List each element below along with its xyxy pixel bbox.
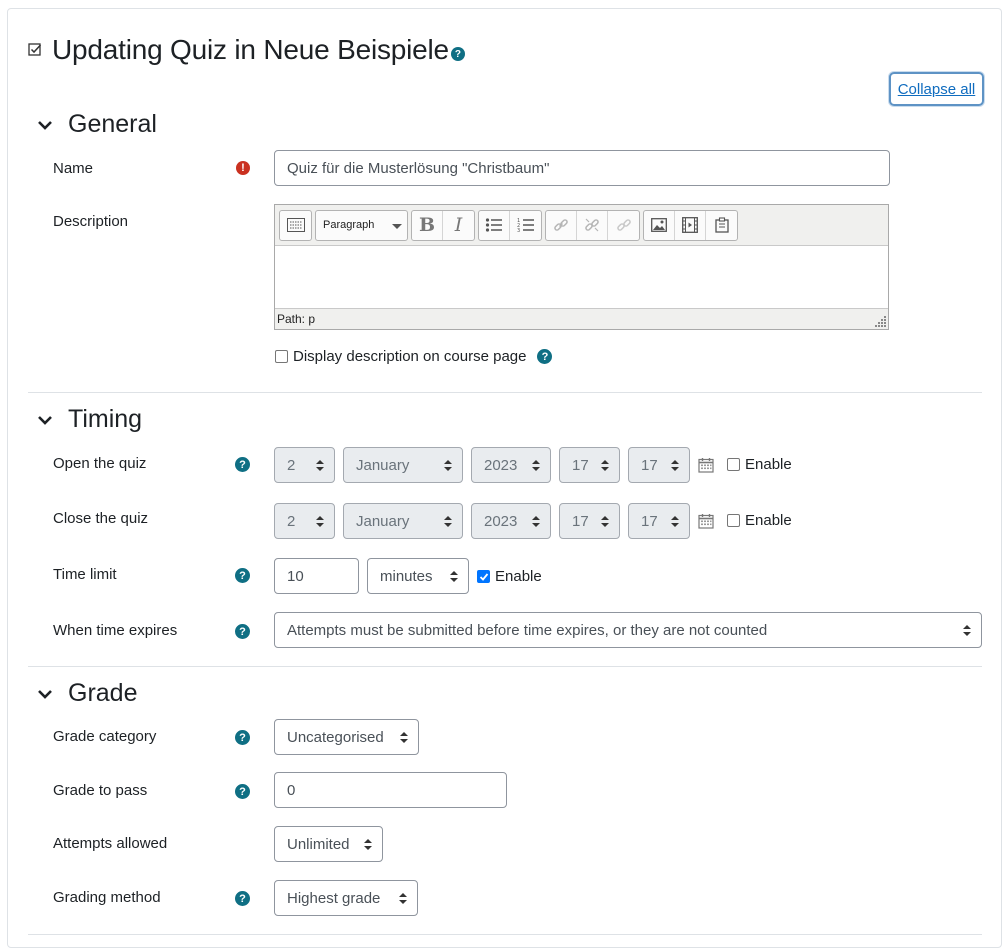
time-limit-enable-label: Enable <box>495 568 542 585</box>
open-quiz-label: Open the quiz <box>53 455 147 472</box>
open-enable-checkbox[interactable]: Enable <box>727 456 792 473</box>
nolink-icon[interactable] <box>608 211 639 240</box>
editor-statusbar: Path: p <box>275 309 888 328</box>
divider <box>28 666 982 667</box>
checkbox-box[interactable] <box>727 514 740 527</box>
chevron-down-icon <box>38 689 52 699</box>
help-icon[interactable]: ? <box>235 784 250 799</box>
italic-icon[interactable]: I <box>443 211 474 240</box>
close-minute-select[interactable]: 17 <box>628 503 690 539</box>
link-icon[interactable] <box>546 210 577 240</box>
open-enable-label: Enable <box>745 456 792 473</box>
checkbox-checked[interactable] <box>477 570 490 583</box>
section-timing-title: Timing <box>68 405 143 433</box>
display-description-checkbox[interactable]: Display description on course page ? <box>275 348 553 365</box>
display-description-label: Display description on course page <box>293 348 527 365</box>
help-icon[interactable]: ? <box>235 568 250 583</box>
close-day-select[interactable]: 2 <box>274 503 335 539</box>
help-icon[interactable]: ? <box>235 730 250 745</box>
resize-grip-icon[interactable] <box>875 315 887 327</box>
attempts-allowed-select[interactable]: Unlimited <box>274 826 383 862</box>
close-hour-select[interactable]: 17 <box>559 503 620 539</box>
image-icon[interactable] <box>644 210 675 240</box>
help-icon[interactable]: ? <box>235 624 250 639</box>
help-icon[interactable]: ? <box>235 891 250 906</box>
time-limit-unit-select[interactable]: minutes <box>367 558 469 594</box>
description-editor: Paragraph B I 123 Path: p <box>274 204 889 330</box>
section-general-toggle[interactable]: General <box>36 110 157 139</box>
time-limit-enable-checkbox[interactable]: Enable <box>477 568 542 585</box>
editor-toolbar: Paragraph B I 123 <box>275 205 888 246</box>
close-enable-checkbox[interactable]: Enable <box>727 512 792 529</box>
bold-icon[interactable]: B <box>412 210 443 240</box>
open-year-select[interactable]: 2023 <box>471 447 551 483</box>
time-limit-label: Time limit <box>53 566 117 583</box>
help-icon[interactable]: ? <box>450 47 465 61</box>
when-time-expires-label: When time expires <box>53 622 178 639</box>
open-day-select[interactable]: 2 <box>274 447 335 483</box>
close-enable-label: Enable <box>745 512 792 529</box>
page-title: Updating Quiz in Neue Beispiele <box>52 34 449 65</box>
divider <box>28 934 982 935</box>
svg-text:3: 3 <box>517 228 520 233</box>
collapse-all-link[interactable]: Collapse all <box>889 72 984 106</box>
checkbox-box[interactable] <box>727 458 740 471</box>
description-textarea[interactable] <box>275 246 888 309</box>
open-month-select[interactable]: January <box>343 447 463 483</box>
divider <box>28 392 982 393</box>
description-label: Description <box>53 213 129 230</box>
name-label: Name <box>53 160 94 177</box>
close-quiz-label: Close the quiz <box>53 510 149 527</box>
section-grade-toggle[interactable]: Grade <box>36 679 137 708</box>
time-limit-input[interactable]: 10 <box>274 558 359 594</box>
grading-method-select[interactable]: Highest grade <box>274 880 418 916</box>
quiz-icon <box>28 43 42 57</box>
grading-method-label: Grading method <box>53 889 161 906</box>
open-hour-select[interactable]: 17 <box>559 447 620 483</box>
grade-category-label: Grade category <box>53 728 157 745</box>
chevron-down-icon <box>38 415 52 425</box>
grade-to-pass-input[interactable]: 0 <box>274 772 507 808</box>
grade-to-pass-label: Grade to pass <box>53 782 148 799</box>
grade-category-select[interactable]: Uncategorised <box>274 719 419 755</box>
section-general-title: General <box>68 110 157 138</box>
section-timing-toggle[interactable]: Timing <box>36 405 142 434</box>
calendar-icon[interactable] <box>698 513 714 529</box>
open-minute-select[interactable]: 17 <box>628 447 690 483</box>
checkbox-box[interactable] <box>275 350 288 363</box>
editor-path: Path: p <box>277 311 316 326</box>
when-time-expires-select[interactable]: Attempts must be submitted before time e… <box>274 612 982 648</box>
numbered-list-icon[interactable]: 123 <box>510 211 541 240</box>
close-month-select[interactable]: January <box>343 503 463 539</box>
media-icon[interactable] <box>675 210 706 240</box>
toolbar-toggle-icon[interactable] <box>280 211 311 240</box>
paragraph-format-select[interactable]: Paragraph <box>316 211 407 240</box>
name-input[interactable]: Quiz für die Musterlösung "Christbaum" <box>274 150 890 186</box>
close-year-select[interactable]: 2023 <box>471 503 551 539</box>
section-grade-title: Grade <box>68 679 138 707</box>
help-icon[interactable]: ? <box>537 349 553 364</box>
required-icon: ! <box>236 161 250 175</box>
bullet-list-icon[interactable] <box>479 210 510 240</box>
calendar-icon[interactable] <box>698 457 714 473</box>
page-header: Updating Quiz in Neue Beispiele ? <box>28 30 465 70</box>
manage-files-icon[interactable] <box>706 211 737 240</box>
unlink-icon[interactable] <box>577 210 608 240</box>
chevron-down-icon <box>38 120 52 130</box>
attempts-allowed-label: Attempts allowed <box>53 835 168 852</box>
help-icon[interactable]: ? <box>235 457 250 472</box>
